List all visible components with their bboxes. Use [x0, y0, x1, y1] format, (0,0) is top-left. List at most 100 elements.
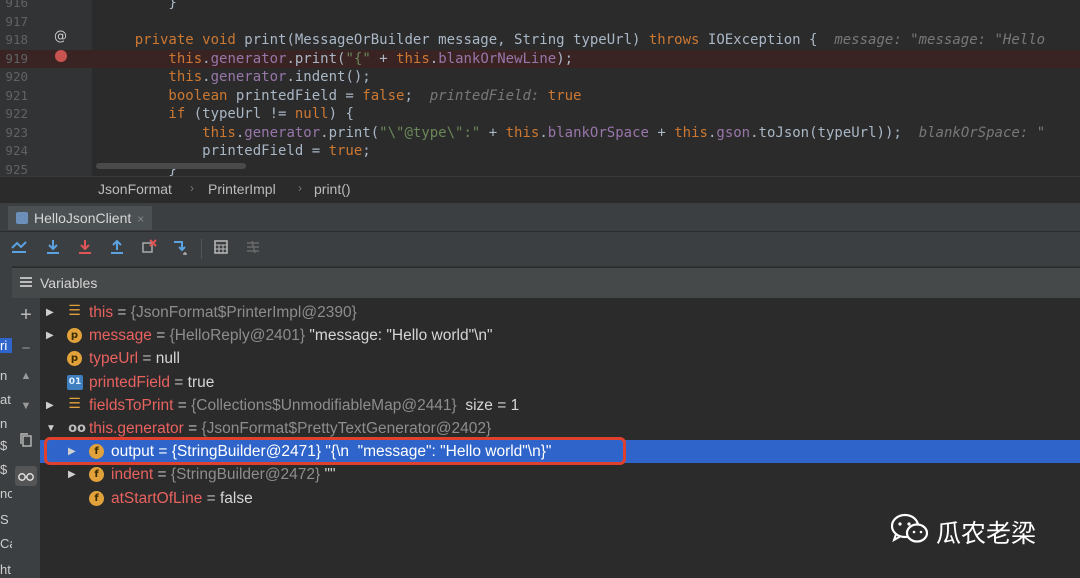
- code-token: if: [101, 106, 194, 122]
- parameter-icon: p: [67, 328, 82, 344]
- code-token: +: [480, 124, 506, 141]
- glasses-icon: [18, 473, 34, 481]
- variable-object-id: {HelloReply@2401}: [169, 327, 306, 345]
- code-token: +: [648, 124, 675, 141]
- variables-side-toolbar: + − ▲ ▼: [12, 298, 40, 578]
- code-line[interactable]: 920 this.generator.indent();: [0, 68, 1080, 87]
- variable-text: message = {HelloReply@2401} "message: "H…: [89, 324, 493, 347]
- code-text: if (typeUrl != null) {: [101, 105, 354, 124]
- step-into-button[interactable]: [74, 238, 96, 260]
- variable-value: null: [155, 350, 180, 368]
- line-number: 922: [5, 106, 28, 121]
- variable-row-fieldstoprint[interactable]: ▶ ☰ fieldsToPrint = {Collections$Unmodifia…: [40, 394, 1080, 417]
- tab-hellojsonclient[interactable]: HelloJsonClient ×: [8, 206, 153, 230]
- run-to-cursor-button[interactable]: [170, 238, 192, 260]
- code-line[interactable]: 917: [0, 13, 1080, 32]
- left-strip-item: at: [0, 392, 11, 407]
- code-token: );: [556, 50, 574, 67]
- variable-text: this = {JsonFormat$PrinterImpl@2390}: [89, 301, 357, 324]
- code-line[interactable]: 918 private void print(MessageOrBuilder …: [0, 31, 1080, 50]
- minus-icon: −: [21, 340, 31, 357]
- code-line[interactable]: 922 if (typeUrl != null) {: [0, 105, 1080, 124]
- breakpoint-icon[interactable]: [55, 50, 67, 62]
- primitive-icon: 01: [67, 374, 83, 390]
- line-number: 917: [5, 13, 28, 29]
- show-watches-toggle[interactable]: [15, 466, 37, 486]
- expand-arrow-icon[interactable]: ▶: [68, 463, 76, 486]
- step-over-button[interactable]: [42, 238, 64, 260]
- expand-arrow-icon[interactable]: ▶: [46, 301, 54, 324]
- code-token: generator: [244, 124, 321, 141]
- code-token: printedField:: [429, 87, 548, 104]
- expand-arrow-icon[interactable]: ▶: [46, 324, 54, 347]
- step-out-icon: [111, 239, 123, 254]
- horizontal-scrollbar[interactable]: [96, 163, 246, 169]
- close-icon[interactable]: ×: [137, 212, 144, 226]
- line-number: 916: [5, 0, 28, 10]
- variable-row-printedfield[interactable]: 01 printedField = true: [40, 371, 1080, 394]
- variable-row-atstartofline[interactable]: f atStartOfLine = false: [40, 487, 1080, 510]
- variable-object-id: {JsonFormat$PrettyTextGenerator@2402}: [201, 420, 492, 437]
- breadcrumb-item-jsonformat[interactable]: JsonFormat: [98, 181, 172, 197]
- wechat-logo-icon: [890, 513, 929, 543]
- code-line[interactable]: 916 }: [0, 0, 1080, 13]
- variable-row-indent[interactable]: ▶ f indent = {StringBuilder@2472} "": [40, 463, 1080, 486]
- code-token: ) {: [328, 106, 354, 122]
- left-strip-item: n: [0, 368, 8, 383]
- variable-name: typeUrl: [89, 350, 139, 368]
- variable-name: atStartOfLine: [111, 489, 203, 507]
- breadcrumb-separator: ›: [298, 181, 302, 195]
- drop-frame-button[interactable]: [138, 238, 160, 260]
- copy-button[interactable]: [17, 432, 35, 452]
- line-number: 925: [5, 161, 28, 177]
- code-line[interactable]: 919 this.generator.print("{" + this.blan…: [0, 49, 1080, 69]
- copy-icon: [20, 433, 32, 447]
- code-token: message: "message: "Hello: [834, 32, 1046, 48]
- variable-row-message[interactable]: ▶ p message = {HelloReply@2401} "message: …: [40, 324, 1080, 347]
- code-text: this.generator.indent();: [101, 68, 370, 87]
- code-token: gson: [716, 124, 751, 141]
- move-up-button[interactable]: ▲: [17, 370, 35, 382]
- variable-text: printedField = true: [89, 371, 214, 394]
- variable-operator: =: [202, 489, 220, 507]
- calculator-icon: [214, 240, 228, 254]
- trace-stream-icon: [247, 240, 259, 254]
- step-out-button[interactable]: [106, 238, 128, 260]
- breadcrumb-item-print[interactable]: print(): [314, 181, 351, 197]
- code-line[interactable]: 924 printedField = true;: [0, 142, 1080, 161]
- left-strip-item: S: [0, 512, 9, 527]
- variable-text: typeUrl = null: [89, 347, 180, 370]
- variable-row-typeurl[interactable]: p typeUrl = null: [40, 347, 1080, 370]
- variables-menu-icon[interactable]: [20, 277, 32, 279]
- left-strip-item: ri: [0, 338, 12, 353]
- code-line[interactable]: 923 this. generator.print("\"@type\":" + …: [0, 124, 1080, 143]
- code-text: }: [101, 0, 176, 13]
- code-line[interactable]: 921 boolean printedField = false; printe…: [0, 87, 1080, 106]
- variable-value: "": [320, 466, 336, 484]
- evaluate-expression-button[interactable]: [210, 238, 232, 260]
- code-token: throws: [648, 32, 708, 48]
- field-icon: f: [89, 490, 104, 506]
- trace-stream-button[interactable]: [242, 238, 264, 260]
- triangle-up-icon: ▲: [20, 370, 32, 382]
- breadcrumb-item-printerimpl[interactable]: PrinterImpl: [208, 181, 276, 197]
- code-token: this: [101, 69, 203, 85]
- variable-value: "message: "Hello world"\n": [305, 327, 493, 345]
- object-icon: ☰: [68, 395, 81, 412]
- run-to-cursor-icon: [174, 241, 187, 255]
- add-watch-button[interactable]: +: [17, 304, 35, 327]
- left-strip-item: $: [0, 438, 8, 453]
- code-token: .toJson(typeUrl));: [750, 124, 919, 141]
- breadcrumb-separator: ›: [190, 181, 194, 195]
- code-token: "\"@type\":": [379, 124, 481, 141]
- code-editor[interactable]: 916 } 917 918 private void print(MessageOr…: [0, 0, 1080, 176]
- expand-arrow-icon[interactable]: ▶: [46, 394, 54, 417]
- remove-watch-button[interactable]: −: [17, 340, 35, 357]
- code-text: this.generator.print("{" + this.blankOrN…: [101, 50, 573, 69]
- code-token: "{": [345, 50, 371, 67]
- variable-value: false: [220, 489, 253, 507]
- move-down-button[interactable]: ▼: [17, 400, 35, 412]
- variable-row-this[interactable]: ▶ ☰ this = {JsonFormat$PrinterImpl@2390}: [40, 301, 1080, 324]
- show-execution-point-button[interactable]: [8, 238, 30, 260]
- code-token: true: [328, 143, 363, 159]
